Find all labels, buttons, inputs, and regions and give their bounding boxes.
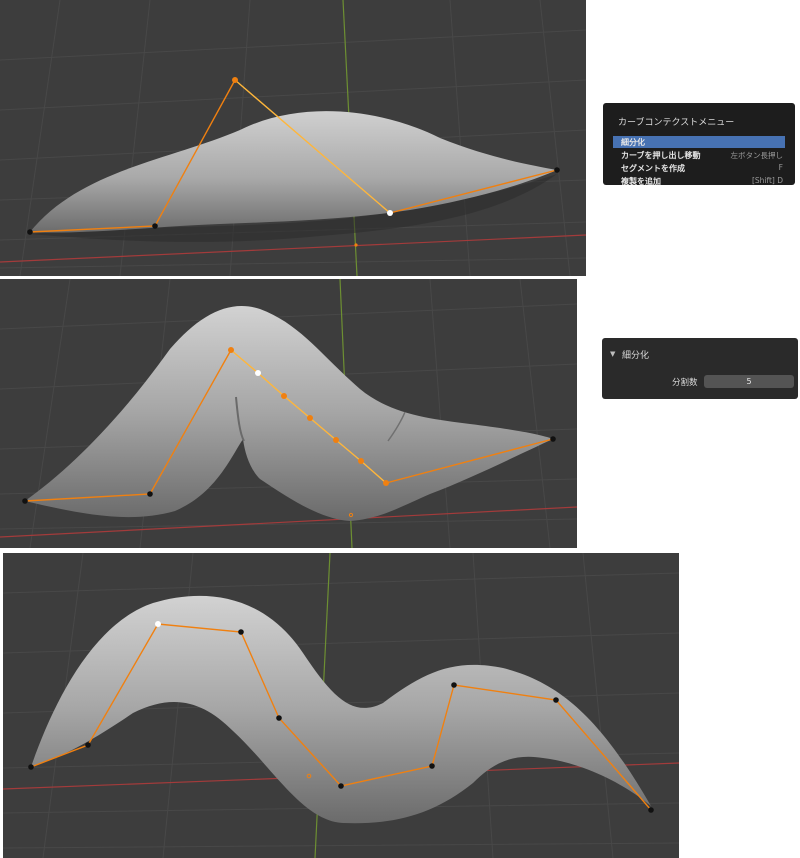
menu-item-make-segment[interactable]: セグメントを作成 F (613, 162, 785, 174)
control-point (22, 498, 28, 504)
viewport-3-canvas[interactable] (3, 553, 679, 858)
control-point-active (255, 370, 261, 376)
control-point (238, 629, 244, 635)
control-point (27, 229, 33, 235)
control-point (152, 223, 158, 229)
control-point-active (155, 621, 161, 627)
curve-mesh (31, 595, 651, 824)
control-point (648, 807, 654, 813)
menu-item-shortcut: 左ボタン長押し (730, 151, 784, 160)
menu-title: カーブコンテクストメニュー (618, 118, 735, 128)
control-point (429, 763, 435, 769)
curve-context-menu: カーブコンテクストメニュー 細分化 カーブを押し出し移動 左ボタン長押し セグメ… (603, 103, 795, 185)
menu-item-shortcut: [Shift] D (751, 176, 783, 185)
new-control-point (281, 393, 287, 399)
viewport-3[interactable] (3, 553, 679, 858)
control-point-selected (228, 347, 234, 353)
control-point (451, 682, 457, 688)
curve-mesh (25, 305, 553, 521)
menu-item-label: カーブを押し出し移動 (621, 151, 701, 160)
control-point-selected (232, 77, 238, 83)
control-point (338, 783, 344, 789)
control-point-selected (383, 480, 389, 486)
viewport-2-canvas[interactable] (0, 279, 577, 548)
new-control-point (307, 415, 313, 421)
number-of-cuts-field[interactable]: 5 (704, 375, 794, 388)
control-point (85, 742, 91, 748)
viewport-1[interactable] (0, 0, 586, 276)
origin-point (354, 243, 358, 247)
control-point-active (387, 210, 393, 216)
control-point (147, 491, 153, 497)
menu-item-label: 複製を追加 (621, 177, 661, 185)
control-point (28, 764, 34, 770)
menu-item-shortcut: F (778, 163, 783, 172)
control-point (276, 715, 282, 721)
menu-item-label: セグメントを作成 (621, 164, 685, 173)
panel-title: 細分化 (622, 351, 650, 361)
cuts-label: 分割数 (672, 378, 698, 388)
menu-item-label: 細分化 (621, 138, 645, 147)
menu-item-duplicate[interactable]: 複製を追加 [Shift] D (613, 175, 785, 185)
panel-header[interactable]: ▼ 細分化 (602, 348, 798, 364)
new-control-point (358, 458, 364, 464)
menu-item-subdivide[interactable]: 細分化 (613, 136, 785, 148)
control-point (550, 436, 556, 442)
viewport-1-canvas[interactable] (0, 0, 586, 276)
viewport-2[interactable] (0, 279, 577, 548)
subdivide-operator-panel: ▼ 細分化 分割数 5 (602, 338, 798, 399)
x-axis-line (0, 234, 586, 263)
triangle-down-icon[interactable]: ▼ (610, 350, 615, 358)
menu-item-extrude-move[interactable]: カーブを押し出し移動 左ボタン長押し (613, 149, 785, 161)
new-control-point (333, 437, 339, 443)
control-point (554, 167, 560, 173)
control-point (553, 697, 559, 703)
